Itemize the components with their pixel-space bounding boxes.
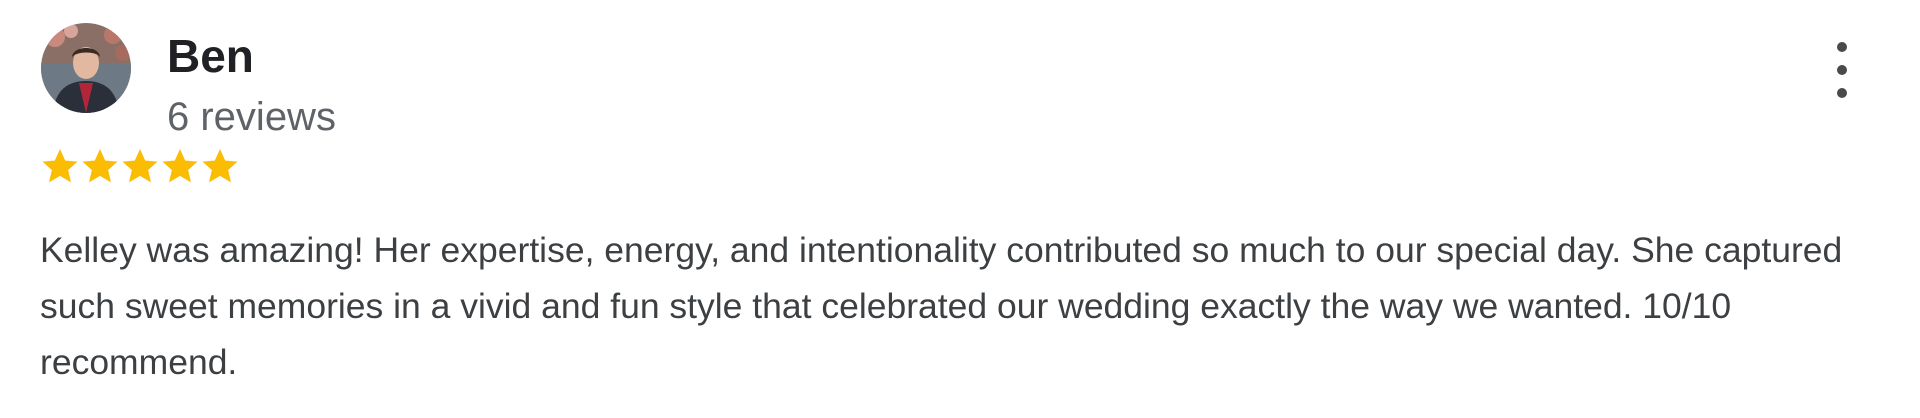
reviewer-name[interactable]: Ben — [167, 30, 254, 82]
star-icon — [202, 149, 238, 183]
review-count[interactable]: 6 reviews — [167, 94, 336, 140]
review-card: Ben 6 reviews Kelley was amazing! Her ex… — [0, 0, 1920, 418]
avatar-image — [41, 23, 131, 113]
star-icon — [162, 149, 198, 183]
review-text: Kelley was amazing! Her expertise, energ… — [40, 230, 1843, 382]
star-rating — [40, 146, 240, 186]
more-vert-icon — [1837, 65, 1847, 75]
star-icon — [122, 149, 158, 183]
more-vert-icon — [1837, 88, 1847, 98]
avatar[interactable] — [41, 23, 131, 113]
star-icon — [82, 149, 118, 183]
more-vert-icon — [1837, 42, 1847, 52]
more-options-button[interactable] — [1824, 42, 1860, 98]
star-icon — [42, 149, 78, 183]
